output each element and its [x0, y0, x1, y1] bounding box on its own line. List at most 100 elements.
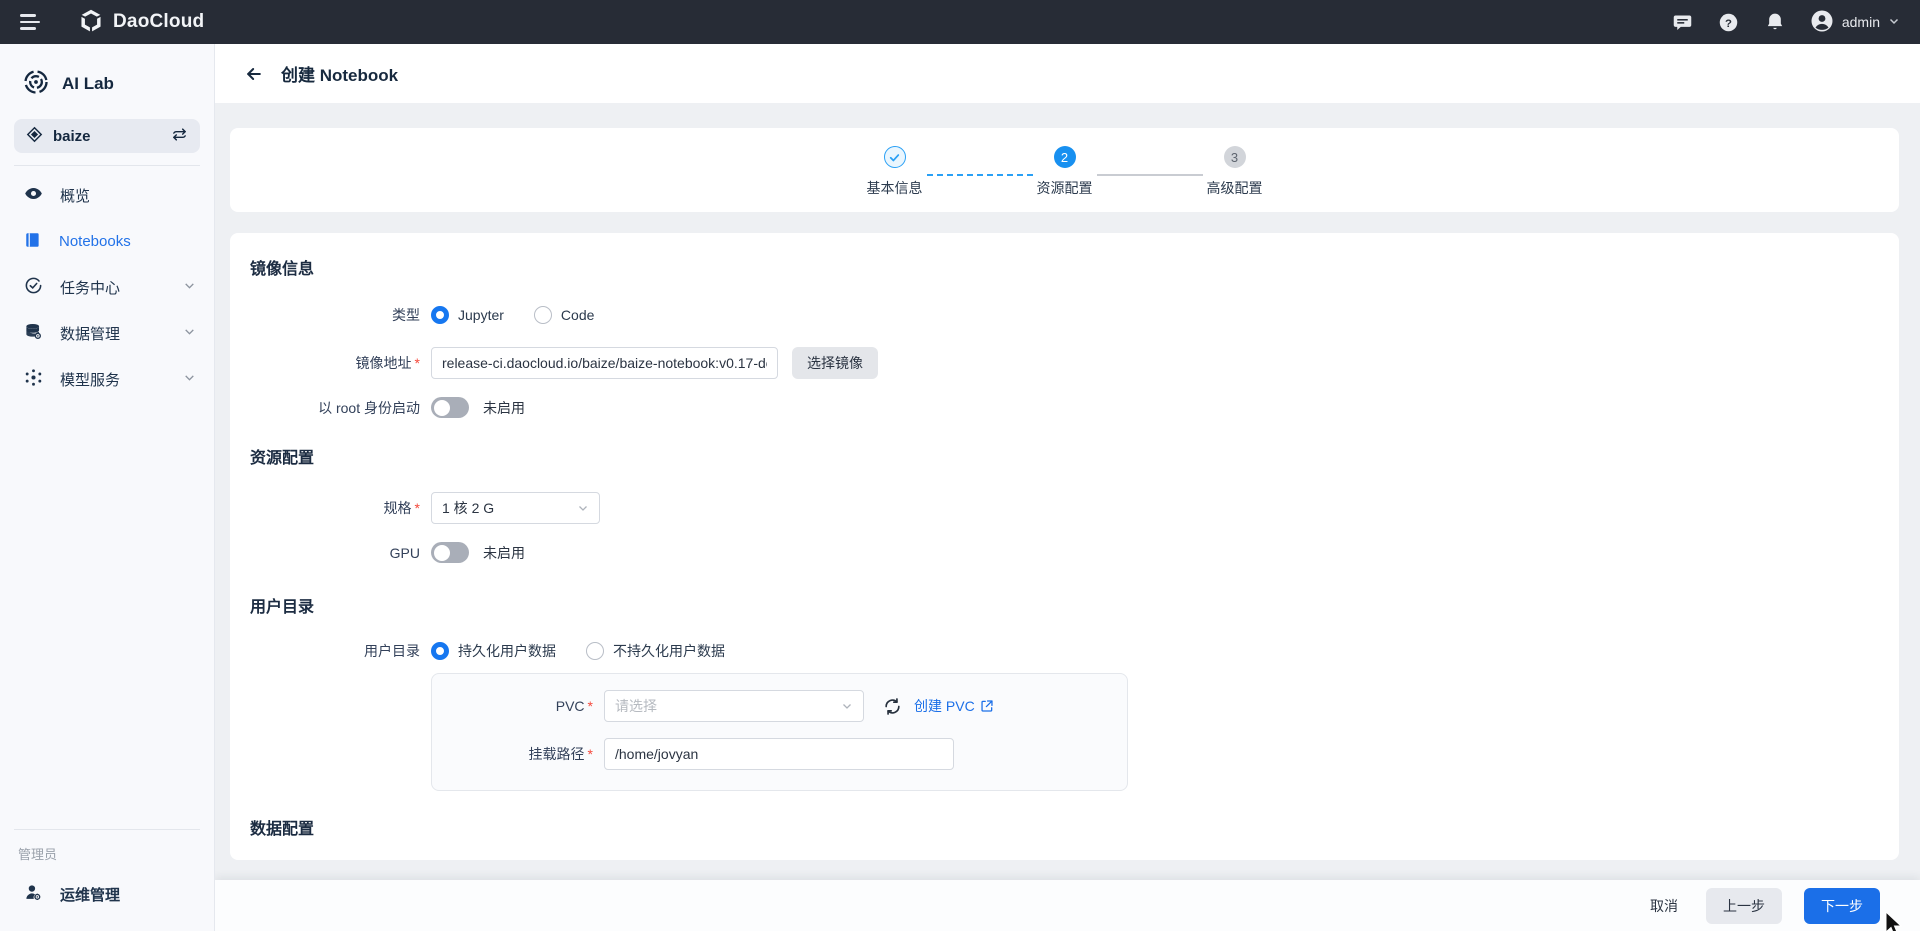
help-icon[interactable]: ? — [1718, 11, 1740, 33]
page-title-bar: 创建 Notebook — [215, 44, 1920, 103]
topbar-right: ? admin — [1672, 9, 1900, 36]
field-label: 规格* — [250, 498, 431, 518]
form-row-spec: 规格* 1 核 2 G — [250, 492, 1879, 524]
field-label: PVC* — [432, 698, 604, 714]
required-asterisk: * — [588, 746, 593, 762]
step-connector-pending — [1097, 174, 1203, 176]
radio-icon — [586, 642, 604, 660]
sidebar-divider — [14, 165, 200, 166]
chevron-down-icon — [183, 371, 196, 387]
product-name: AI Lab — [62, 74, 114, 94]
sidebar-item-model-services[interactable]: 模型服务 — [0, 356, 214, 402]
field-label: 挂载路径* — [432, 744, 604, 764]
swap-icon[interactable] — [171, 126, 188, 146]
footer-action-bar: 取消 上一步 下一步 — [215, 880, 1920, 931]
form-row-type: 类型 Jupyter Code — [250, 305, 1879, 325]
sidebar-item-label: 数据管理 — [60, 323, 183, 344]
ops-user-gear-icon — [24, 883, 43, 905]
stepper-card: 基本信息 2 资源配置 3 高级配置 — [230, 128, 1899, 212]
external-link-icon — [980, 699, 994, 713]
prev-step-button[interactable]: 上一步 — [1706, 888, 1782, 924]
gpu-toggle-status: 未启用 — [483, 543, 525, 563]
radio-label: Code — [561, 307, 594, 323]
radio-icon — [431, 306, 449, 324]
sidebar: AI Lab baize — [0, 44, 215, 931]
section-title-data-config: 数据配置 — [250, 815, 1879, 839]
step-label: 高级配置 — [1207, 178, 1263, 198]
radio-code[interactable]: Code — [534, 306, 594, 324]
create-pvc-link[interactable]: 创建 PVC — [914, 696, 994, 716]
sidebar-item-data-management[interactable]: 数据管理 — [0, 310, 214, 356]
back-arrow-icon[interactable] — [241, 61, 267, 87]
field-label: 镜像地址* — [250, 353, 431, 373]
radio-jupyter[interactable]: Jupyter — [431, 306, 504, 324]
required-asterisk: * — [415, 500, 420, 516]
user-menu[interactable]: admin — [1810, 9, 1900, 36]
sidebar-item-label: Notebooks — [59, 233, 196, 250]
form-row-user-directory: 用户目录 持久化用户数据 不持久化用户数据 — [250, 641, 1879, 661]
sidebar-item-task-center[interactable]: 任务中心 — [0, 264, 214, 310]
required-asterisk: * — [415, 355, 420, 371]
field-label: 用户目录 — [250, 641, 431, 661]
pvc-select[interactable]: 请选择 — [604, 690, 864, 722]
avatar-icon — [1810, 9, 1834, 36]
mount-path-input[interactable] — [604, 738, 954, 770]
chevron-down-icon — [1888, 14, 1900, 30]
page-title: 创建 Notebook — [281, 61, 398, 86]
content-area: 基本信息 2 资源配置 3 高级配置 — [215, 103, 1920, 880]
chevron-down-icon — [841, 700, 853, 712]
root-toggle[interactable] — [431, 397, 469, 418]
step-label: 资源配置 — [1037, 178, 1093, 198]
app-root: DaoCloud ? — [0, 0, 1920, 931]
step-check-icon — [884, 146, 906, 168]
sidebar-divider — [14, 829, 200, 830]
workspace-name: baize — [53, 128, 171, 145]
sidebar-item-label: 运维管理 — [60, 884, 120, 905]
spec-select[interactable]: 1 核 2 G — [431, 492, 600, 524]
section-title-user-directory: 用户目录 — [250, 593, 1879, 617]
main-area: 创建 Notebook 基本信息 2 — [215, 44, 1920, 931]
radio-no-persist-user-data[interactable]: 不持久化用户数据 — [586, 641, 725, 661]
eye-icon — [24, 184, 43, 206]
task-check-icon — [24, 276, 43, 298]
sidebar-item-label: 任务中心 — [60, 277, 183, 298]
radio-icon — [431, 642, 449, 660]
select-image-button[interactable]: 选择镜像 — [792, 347, 878, 379]
step-number: 2 — [1054, 146, 1076, 168]
refresh-icon[interactable] — [882, 696, 902, 716]
root-toggle-status: 未启用 — [483, 398, 525, 418]
pvc-panel: PVC* 请选择 — [431, 673, 1128, 791]
radio-persist-user-data[interactable]: 持久化用户数据 — [431, 641, 556, 661]
gpu-toggle[interactable] — [431, 542, 469, 563]
sidebar-item-overview[interactable]: 概览 — [0, 172, 214, 218]
next-step-button[interactable]: 下一步 — [1804, 888, 1880, 924]
field-label: 类型 — [250, 305, 431, 325]
message-icon[interactable] — [1672, 11, 1694, 33]
spec-select-value: 1 核 2 G — [442, 498, 577, 518]
sidebar-section-admin-label: 管理员 — [0, 838, 214, 871]
sidebar-item-ops-management[interactable]: 运维管理 — [0, 871, 214, 917]
chevron-down-icon — [183, 325, 196, 341]
form-row-gpu: GPU 未启用 — [250, 542, 1879, 563]
sidebar-item-notebooks[interactable]: Notebooks — [0, 218, 214, 264]
field-label: GPU — [250, 545, 431, 561]
bell-icon[interactable] — [1764, 11, 1786, 33]
brand: DaoCloud — [78, 8, 204, 37]
form-row-pvc: PVC* 请选择 — [432, 690, 1127, 722]
workspace-selector[interactable]: baize — [14, 119, 200, 153]
step-resource-config: 2 资源配置 — [1033, 146, 1097, 198]
stepper: 基本信息 2 资源配置 3 高级配置 — [863, 128, 1267, 212]
top-header: DaoCloud ? — [0, 0, 1920, 44]
image-address-input[interactable] — [431, 347, 778, 379]
cancel-button[interactable]: 取消 — [1644, 889, 1684, 923]
radio-label: 持久化用户数据 — [458, 641, 556, 661]
radio-icon — [534, 306, 552, 324]
book-icon — [24, 231, 42, 252]
workspace-cube-icon — [26, 126, 43, 146]
user-name: admin — [1842, 14, 1880, 30]
chevron-down-icon — [577, 502, 589, 514]
section-title-image-info: 镜像信息 — [250, 255, 1879, 279]
ai-lab-icon — [22, 68, 50, 99]
required-asterisk: * — [588, 698, 593, 714]
menu-icon[interactable] — [20, 10, 44, 34]
